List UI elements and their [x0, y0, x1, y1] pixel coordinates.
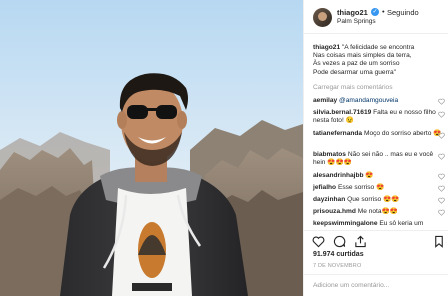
post-caption: thiago21 "A felicidade se encontra Nas c… — [313, 44, 445, 77]
comment-mention[interactable]: @amandamgouveia — [339, 97, 398, 104]
likes-count[interactable]: 91.974 curtidas — [313, 251, 364, 258]
header-separator: • — [382, 7, 385, 16]
comment-text: Que sorriso 😍😍 — [347, 196, 400, 203]
comment-text: 😍 — [365, 172, 374, 179]
heart-icon[interactable] — [438, 98, 445, 105]
caption-line: Pode desarmar uma guerra" — [313, 68, 396, 76]
heart-icon[interactable] — [438, 132, 445, 139]
heart-icon[interactable] — [438, 111, 445, 118]
comment-item: prisouza.hmd Me nota😍😍 — [313, 208, 447, 216]
share-icon[interactable] — [354, 235, 367, 248]
location-link[interactable]: Palm Springs — [337, 18, 376, 25]
heart-icon[interactable] — [438, 197, 445, 204]
comment-item: keepswimmingalone Eu sô keria um — [313, 220, 447, 228]
comment-text: Esse sorriso 😍 — [337, 184, 385, 191]
comment-item: biabmatos Não sei não .. mas eu e você h… — [313, 151, 447, 167]
verified-icon: ✓ — [371, 8, 379, 16]
post-header: thiago21 ✓ • Seguindo Palm Springs — [304, 0, 448, 34]
post-sidebar: thiago21 ✓ • Seguindo Palm Springs thiag… — [303, 0, 448, 296]
caption-username[interactable]: thiago21 — [313, 44, 340, 51]
caption-line: "A felicidade se encontra — [341, 44, 415, 51]
comment-username[interactable]: prisouza.hmd — [313, 208, 356, 215]
avatar[interactable] — [313, 8, 332, 27]
header-username[interactable]: thiago21 — [337, 8, 368, 17]
comment-username[interactable]: aemilay — [313, 97, 337, 104]
heart-icon[interactable] — [438, 173, 445, 180]
comment-username[interactable]: jefialho — [313, 184, 336, 191]
post-photo[interactable] — [0, 0, 303, 296]
comment-username[interactable]: keepswimmingalone — [313, 220, 378, 227]
comment-item: jefialho Esse sorriso 😍 — [313, 184, 447, 192]
comment-text: Moço do sorriso aberto 😍 — [363, 130, 442, 137]
comment-item: dayzinhan Que sorriso 😍😍 — [313, 196, 447, 204]
comment-item: alesandrinhajbb 😍 — [313, 172, 447, 180]
heart-icon[interactable] — [438, 185, 445, 192]
comment-username[interactable]: biabmatos — [313, 151, 346, 158]
follow-button[interactable]: Seguindo — [387, 8, 419, 17]
post-date: 7 DE NOVEMBRO — [313, 263, 362, 269]
heart-icon[interactable] — [312, 235, 325, 248]
comment-username[interactable]: silvia.bernal.71619 — [313, 109, 371, 116]
post-photo-illustration — [0, 0, 303, 296]
comment-username[interactable]: dayzinhan — [313, 196, 345, 203]
bookmark-icon[interactable] — [434, 235, 444, 248]
load-more-comments[interactable]: Carregar mais comentários — [313, 84, 393, 91]
post-actions — [304, 230, 448, 250]
heart-icon[interactable] — [438, 153, 445, 160]
add-comment-box[interactable]: Adicione um comentário... ··· — [304, 274, 448, 296]
comment-item: aemilay @amandamgouveia — [313, 97, 447, 105]
comment-item: silvia.bernal.71619 Falta eu e nosso fil… — [313, 109, 447, 125]
caption-line: Às vezes a paz de um sorriso — [313, 60, 400, 68]
comment-username[interactable]: alesandrinhajbb — [313, 172, 364, 179]
comment-icon[interactable] — [333, 235, 346, 248]
comment-username[interactable]: tatianefernanda — [313, 130, 362, 137]
more-options-icon[interactable]: ··· — [313, 282, 447, 289]
comment-text: Me nota😍😍 — [357, 208, 398, 215]
comment-item: tatianefernanda Moço do sorriso aberto 😍 — [313, 130, 447, 138]
comment-text: Eu sô keria um — [379, 220, 424, 227]
heart-icon[interactable] — [438, 209, 445, 216]
